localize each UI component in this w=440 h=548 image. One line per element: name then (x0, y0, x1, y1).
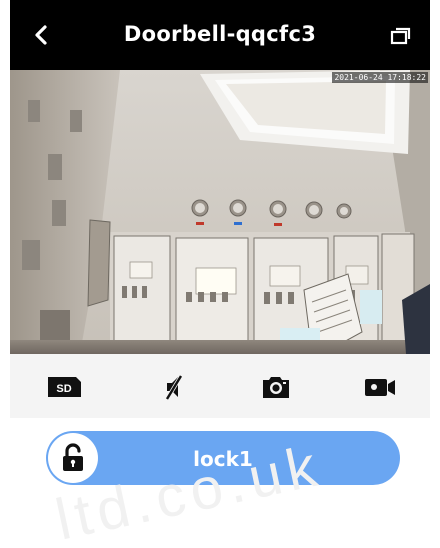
control-bar: SD (10, 354, 430, 418)
sd-card-button[interactable]: SD (44, 372, 84, 402)
record-button[interactable] (360, 372, 400, 402)
video-record-icon (365, 379, 395, 396)
lock-name-label: lock1 (193, 447, 253, 471)
sd-label: SD (56, 383, 71, 395)
live-video-feed[interactable]: 2021-06-24 17:18:22 (10, 70, 430, 354)
fullscreen-icon (390, 27, 411, 45)
camera-icon (263, 377, 289, 398)
mute-icon (165, 374, 183, 401)
top-bar: Doorbell-qqcfc3 (10, 0, 430, 70)
app-screen: Doorbell-qqcfc3 2021-06-24 17:18:22 SD l… (10, 0, 430, 548)
snapshot-button[interactable] (256, 372, 296, 402)
camera-view-image (10, 70, 430, 354)
mute-button[interactable] (154, 372, 194, 402)
sd-card-icon: SD (48, 377, 81, 397)
video-timestamp: 2021-06-24 17:18:22 (332, 72, 428, 83)
fullscreen-button[interactable] (390, 26, 412, 46)
unlock-button[interactable]: lock1 (46, 431, 400, 485)
page-title: Doorbell-qqcfc3 (123, 22, 317, 46)
